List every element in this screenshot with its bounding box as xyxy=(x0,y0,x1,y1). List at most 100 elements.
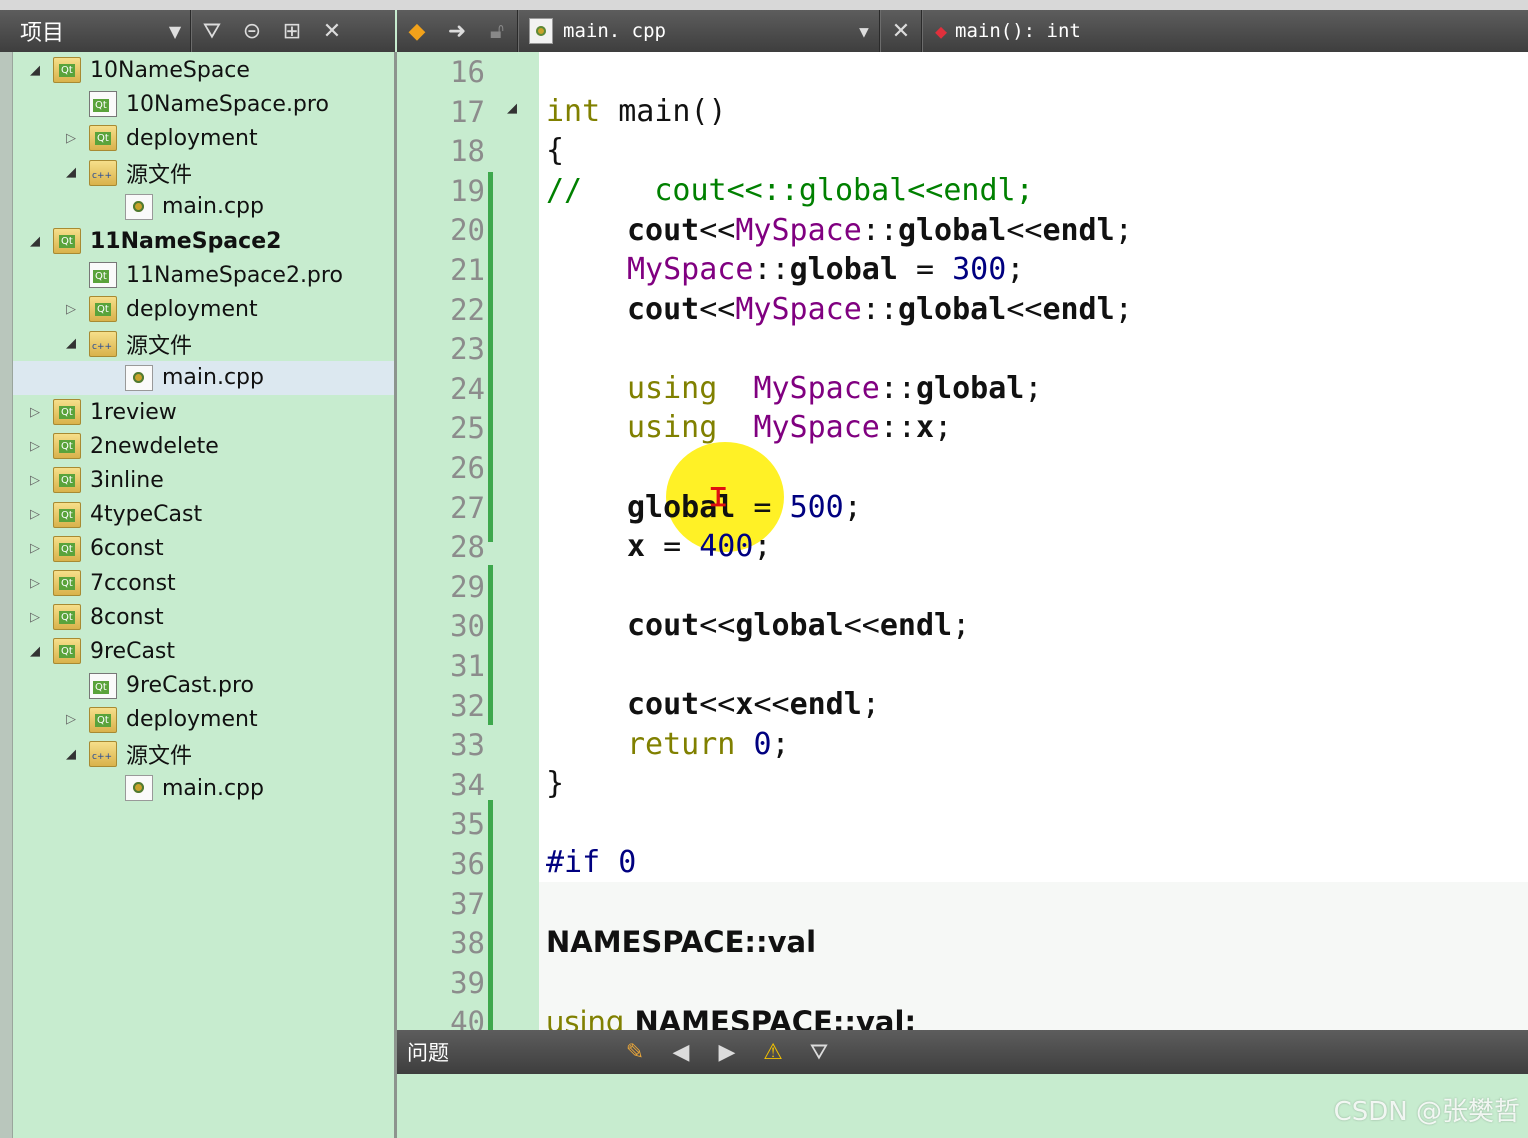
tree-item[interactable]: 11NameSpace2.pro xyxy=(13,258,394,292)
tree-item-label: deployment xyxy=(126,125,258,151)
tree-item-label: 2newdelete xyxy=(90,433,219,459)
issues-toolbar: 问题 ✎ ◀ ▶ ⚠ ⛛ xyxy=(397,1030,1528,1074)
qt-folder-icon xyxy=(89,706,117,733)
tree-item[interactable]: ▷ 2newdelete xyxy=(13,429,394,463)
line-number: 36 xyxy=(450,847,485,881)
cpp-file-icon xyxy=(529,18,553,44)
tree-item[interactable]: ▷ 3inline xyxy=(13,463,394,497)
cpp-file-icon xyxy=(125,775,153,802)
qt-project-folder-icon xyxy=(53,570,81,596)
tree-item-label: main.cpp xyxy=(162,194,264,220)
tree-item[interactable]: 10NameSpace.pro xyxy=(13,87,394,121)
change-marker xyxy=(488,800,493,1030)
line-number: 17 xyxy=(450,94,485,129)
symbol-combo[interactable]: ◆ main(): int xyxy=(923,19,1081,43)
expanded-arrow-icon[interactable]: ◢ xyxy=(61,336,81,351)
tree-item[interactable]: ▷ deployment xyxy=(13,703,394,737)
expanded-arrow-icon[interactable]: ◢ xyxy=(25,234,45,249)
tree-item[interactable]: ▷ 6const xyxy=(13,532,394,566)
line-number: 30 xyxy=(450,609,485,644)
collapsed-arrow-icon[interactable]: ▷ xyxy=(25,610,45,625)
tree-item[interactable]: ▷ 8const xyxy=(13,600,394,634)
left-sidebar-edge xyxy=(0,52,13,1138)
tree-item[interactable]: ▷ 4typeCast xyxy=(13,498,394,532)
collapsed-arrow-icon[interactable]: ▷ xyxy=(61,131,81,146)
tree-item[interactable]: ◢ 源文件 xyxy=(13,737,394,771)
tree-item[interactable]: ◢ 9reCast xyxy=(13,634,394,668)
line-number: 28 xyxy=(450,530,485,565)
qt-project-folder-icon xyxy=(53,501,81,528)
line-number: 24 xyxy=(450,371,485,406)
tree-item-label: main.cpp xyxy=(162,365,264,391)
line-number: 38 xyxy=(450,926,485,961)
code-line-36: #if 0 xyxy=(546,845,637,880)
tree-item[interactable]: main.cpp xyxy=(13,360,394,395)
pro-file-icon xyxy=(89,672,117,699)
line-number: 35 xyxy=(450,807,485,842)
code-line-38: NAMESPACE::val xyxy=(546,925,817,959)
forward-arrow-icon[interactable]: ➜ xyxy=(437,10,477,52)
close-file-icon[interactable]: ✕ xyxy=(881,10,921,52)
tree-item[interactable]: ◢ 10NameSpace xyxy=(13,53,394,87)
collapsed-arrow-icon[interactable]: ▷ xyxy=(25,507,45,522)
tree-item[interactable]: main.cpp xyxy=(13,190,394,224)
tree-item[interactable]: ▷ deployment xyxy=(13,292,394,326)
qt-folder-icon xyxy=(89,296,117,323)
tree-item[interactable]: main.cpp xyxy=(13,771,394,805)
expanded-arrow-icon[interactable]: ◢ xyxy=(25,63,45,78)
tree-item-label: 8const xyxy=(90,604,164,630)
line-number: 21 xyxy=(450,253,485,287)
issues-panel-title: 问题 xyxy=(407,1041,449,1065)
warning-filter-icon[interactable]: ⚠ xyxy=(750,1030,796,1074)
tree-item-label: deployment xyxy=(126,296,258,322)
line-number: 39 xyxy=(450,965,485,1000)
tree-item[interactable]: 9reCast.pro xyxy=(13,669,394,703)
tree-item-label: 3inline xyxy=(90,467,164,493)
lock-icon[interactable]: 🔓︎ xyxy=(477,10,517,52)
collapsed-arrow-icon[interactable]: ▷ xyxy=(25,405,45,420)
code-line-33: return 0; xyxy=(627,727,790,762)
collapsed-arrow-icon[interactable]: ▷ xyxy=(61,712,81,727)
tree-item-label: deployment xyxy=(126,707,258,733)
tree-item[interactable]: ▷ 1review xyxy=(13,395,394,429)
view-selector-dropdown-icon[interactable]: ▼ xyxy=(160,22,190,41)
split-view-icon[interactable]: ⊞ xyxy=(272,10,312,52)
expanded-arrow-icon[interactable]: ◢ xyxy=(25,644,45,659)
expanded-arrow-icon[interactable]: ◢ xyxy=(61,747,81,762)
project-tree: ◢ 10NameSpace 10NameSpace.pro ▷ deployment ◢ 源… xyxy=(13,52,394,1138)
tree-item[interactable]: ▷ 7cconst xyxy=(13,566,394,600)
filter-icon[interactable]: ⛛ xyxy=(192,10,232,52)
window-top-strip xyxy=(0,0,1528,10)
fold-toggle-icon[interactable]: ◢ xyxy=(507,101,517,116)
change-marker xyxy=(488,565,493,725)
line-number: 32 xyxy=(450,688,485,723)
tree-item-label: 1review xyxy=(90,399,177,425)
tree-item[interactable]: ◢ 源文件 xyxy=(13,327,394,361)
qt-project-folder-icon xyxy=(53,433,81,460)
open-file-combo[interactable]: main. cpp ▼ xyxy=(519,18,879,44)
filter-icon[interactable]: ⛛ xyxy=(796,1030,842,1074)
collapsed-arrow-icon[interactable]: ▷ xyxy=(61,302,81,317)
tree-item[interactable]: ◢ 源文件 xyxy=(13,156,394,190)
tree-item-label: 10NameSpace xyxy=(90,57,250,83)
back-arrow-icon[interactable]: ◆ xyxy=(397,10,437,52)
previous-issue-icon[interactable]: ◀ xyxy=(658,1030,704,1074)
line-number: 31 xyxy=(450,649,485,683)
collapsed-arrow-icon[interactable]: ▷ xyxy=(25,576,45,591)
expanded-arrow-icon[interactable]: ◢ xyxy=(61,165,81,180)
tree-item-label: 9reCast.pro xyxy=(126,673,255,699)
clean-issues-icon[interactable]: ✎ xyxy=(612,1030,658,1074)
close-panel-icon[interactable]: ✕ xyxy=(312,10,352,52)
tree-item[interactable]: ▷ deployment xyxy=(13,121,394,155)
collapsed-arrow-icon[interactable]: ▷ xyxy=(25,473,45,488)
tree-item[interactable]: ◢ 11NameSpace2 xyxy=(13,224,394,258)
collapsed-arrow-icon[interactable]: ▷ xyxy=(25,541,45,556)
next-issue-icon[interactable]: ▶ xyxy=(704,1030,750,1074)
line-number: 26 xyxy=(450,451,485,485)
collapsed-arrow-icon[interactable]: ▷ xyxy=(25,439,45,454)
tree-item-label: 6const xyxy=(90,536,164,562)
cpp-file-icon xyxy=(125,364,153,391)
file-dropdown-icon[interactable]: ▼ xyxy=(849,22,879,41)
link-with-editor-icon[interactable]: ⊝ xyxy=(232,10,272,52)
tree-item-label: 源文件 xyxy=(126,744,193,769)
